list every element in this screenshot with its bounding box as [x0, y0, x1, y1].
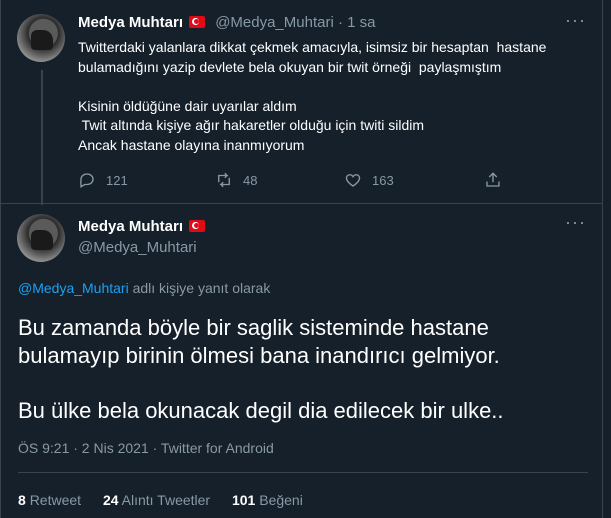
tweet-line: Twitterdaki yalanlara dikkat çekmek amac… — [78, 39, 547, 55]
divider — [0, 203, 603, 204]
turkey-flag-icon — [189, 16, 206, 28]
more-options-icon[interactable]: ··· — [565, 10, 586, 31]
like-count: 163 — [372, 172, 394, 188]
quotes-count: 24 — [102, 492, 119, 508]
reply-to-suffix: adlı kişiye yanıt olarak — [128, 280, 271, 296]
handle[interactable]: @Medya_Muhtari — [78, 239, 197, 256]
tweet1-header: Medya Muhtarı @Medya_Muhtari · 1 sa — [78, 14, 376, 31]
more-options-icon[interactable]: ··· — [565, 212, 586, 233]
quotes-stat[interactable]: 24 Alıntı Tweetler — [103, 492, 210, 508]
retweets-stat[interactable]: 8 Retweet — [18, 492, 81, 508]
like-button[interactable]: 163 — [344, 171, 394, 189]
avatar[interactable] — [17, 214, 65, 262]
display-name[interactable]: Medya Muhtarı — [78, 14, 183, 31]
share-icon — [486, 172, 500, 187]
reply-count: 121 — [106, 172, 128, 188]
separator: · — [337, 14, 343, 31]
tweet-line: Kisinin öldüğüne dair uyarılar aldım — [78, 97, 297, 114]
display-name[interactable]: Medya Muhtarı — [78, 218, 183, 235]
timestamp[interactable]: 1 sa — [347, 14, 375, 31]
tweet-stats: 8 Retweet 24 Alıntı Tweetler 101 Beğeni — [18, 492, 321, 508]
tweet-line — [78, 77, 578, 97]
tweet-line: Twit altında kişiye ağır hakaretler oldu… — [78, 117, 425, 133]
tweet1-actions: 121 48 163 — [78, 171, 508, 191]
likes-count: 101 — [231, 492, 256, 508]
avatar[interactable] — [17, 14, 65, 62]
retweet-count: 48 — [243, 172, 258, 188]
tweet2-paragraph: Bu ülke bela okunacak degil dia edilecek… — [18, 397, 588, 425]
handle[interactable]: @Medya_Muhtari — [215, 14, 334, 31]
tweet2-display-name-row: Medya Muhtarı — [78, 218, 206, 235]
tweet2-paragraph: Bu zamanda böyle bir saglik sisteminde h… — [18, 314, 588, 370]
reply-button[interactable]: 121 — [78, 171, 128, 189]
thread-connector — [41, 70, 43, 205]
turkey-flag-icon — [189, 220, 206, 232]
tweet-paragraph-1: Bu zamanda böyle bir saglik sisteminde h… — [18, 315, 500, 368]
reply-to-link[interactable]: @Medya_Muhtari — [18, 280, 129, 296]
retweet-button[interactable]: 48 — [215, 171, 257, 189]
tweet-line: Ancak hastane olayına inanmıyorum — [78, 136, 305, 153]
heart-icon — [345, 174, 361, 187]
retweet-icon — [218, 172, 230, 188]
reply-icon — [80, 173, 94, 188]
divider — [18, 472, 588, 473]
retweets-label: Retweet — [29, 492, 82, 508]
quotes-label: Alıntı Tweetler — [121, 492, 211, 508]
retweets-count: 8 — [18, 492, 26, 508]
reply-context: @Medya_Muhtari adlı kişiye yanıt olarak — [18, 280, 270, 296]
likes-label: Beğeni — [259, 492, 303, 508]
tweet-meta[interactable]: ÖS 9:21 · 2 Nis 2021 · Twitter for Andro… — [18, 440, 274, 456]
tweet-paragraph-2: Bu ülke bela okunacak degil dia edilecek… — [18, 398, 504, 423]
likes-stat[interactable]: 101 Beğeni — [232, 492, 303, 508]
share-button[interactable] — [484, 171, 502, 189]
tweet1-text: Twitterdaki yalanlara dikkat çekmek amac… — [78, 38, 578, 155]
tweet-line: bulamadığını yazip devlete bela okuyan b… — [78, 58, 502, 75]
